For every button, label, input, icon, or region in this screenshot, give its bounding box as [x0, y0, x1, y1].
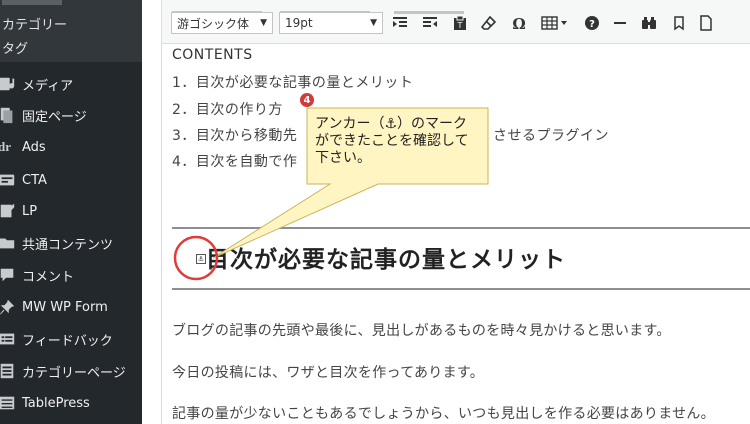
toc-item-3-tail[interactable]: させるプラグイン: [493, 125, 609, 145]
sidebar-item-pages[interactable]: 固定ページ: [0, 100, 142, 130]
toc-item-2[interactable]: 2．目次の作り方: [172, 99, 283, 119]
toolbar-top-edge: [162, 0, 750, 14]
toc-title: CONTENTS: [172, 47, 253, 63]
sidebar-item-cta[interactable]: CTA: [0, 165, 142, 195]
table-icon: [0, 394, 16, 412]
toc-item-4[interactable]: 4．目次を自動で作: [172, 151, 297, 171]
sidebar-item-label: コメント: [22, 269, 75, 285]
horizontal-line-button[interactable]: [610, 13, 630, 33]
indent-button[interactable]: [390, 13, 410, 33]
help-icon: ?: [585, 16, 599, 30]
editor-toolbar: 游ゴシック体 ▼ 19pt ▼ T Ω ?: [162, 0, 750, 44]
svg-text:Ω: Ω: [512, 15, 525, 31]
toc-item-3[interactable]: 3．目次から移動先: [172, 125, 297, 145]
sidebar-item-label: Ads: [22, 139, 46, 155]
paragraph-1: ブログの記事の先頭や最後に、見出しがあるものを時々見かけると思います。: [172, 323, 671, 339]
sidebar-submenu: カテゴリー タグ: [0, 0, 142, 62]
outdent-button[interactable]: [420, 13, 440, 33]
toc-item-1[interactable]: 1．目次が必要な記事の量とメリット: [172, 72, 413, 92]
outdent-icon: [423, 17, 437, 27]
omega-icon: Ω: [512, 15, 525, 31]
sidebar-item-label: カテゴリーページ: [22, 365, 126, 381]
editor-content[interactable]: CONTENTS 1．目次が必要な記事の量とメリット 2．目次の作り方 3．目次…: [162, 44, 750, 424]
find-replace-button[interactable]: [639, 13, 659, 33]
sidebar-item-feedback[interactable]: フィードバック: [0, 324, 142, 354]
chevron-down-icon: ▼: [370, 18, 377, 28]
sidebar-item-label: MW WP Form: [22, 299, 108, 315]
sidebar-item-ads[interactable]: dr Ads: [0, 132, 142, 162]
paragraph-3: 記事の量が少ないこともあるでしょうから、いつも見出しを作る必要はありません。: [172, 406, 715, 422]
sidebar-item-label: フィードバック: [22, 333, 113, 349]
sidebar-item-common-content[interactable]: 共通コンテンツ: [0, 228, 142, 258]
sidebar-subitem-tag[interactable]: タグ: [2, 38, 28, 57]
sidebar-item-label: TablePress: [22, 395, 90, 411]
clear-formatting-button[interactable]: [479, 13, 499, 33]
help-button[interactable]: ?: [582, 13, 602, 33]
horizontal-line-icon: [614, 22, 626, 24]
heading-top-border: [172, 227, 750, 229]
folder-icon: [0, 234, 16, 252]
chevron-down-icon: ▼: [260, 18, 267, 28]
feedback-icon: [0, 330, 16, 348]
sidebar-item-category-page[interactable]: カテゴリーページ: [0, 356, 142, 386]
font-family-value: 游ゴシック体: [177, 16, 250, 31]
lp-icon: [0, 202, 16, 220]
anchor-button[interactable]: [669, 13, 689, 33]
sidebar-item-label: 共通コンテンツ: [22, 237, 114, 253]
sidebar-item-lp[interactable]: LP: [0, 196, 142, 226]
sidebar-subitem-cut: [2, 0, 62, 9]
table-icon: [541, 16, 567, 30]
document-icon: [700, 15, 712, 31]
paragraph-2: 今日の投稿には、ワザと目次を作ってあります。: [172, 365, 485, 381]
sidebar-subitem-category[interactable]: カテゴリー: [2, 14, 67, 33]
table-button[interactable]: [538, 13, 572, 33]
paste-text-button[interactable]: T: [450, 13, 470, 33]
cta-icon: [0, 171, 16, 189]
sidebar-item-label: メディア: [22, 78, 74, 94]
binoculars-icon: [642, 17, 656, 29]
eraser-icon: [481, 15, 497, 30]
admin-sidebar: カテゴリー タグ メディア 固定ページ dr Ads CTA LP 共通コンテン…: [0, 0, 142, 424]
post-editor: 游ゴシック体 ▼ 19pt ▼ T Ω ? CONTENTS 1．目次が必要な記…: [161, 0, 750, 424]
sidebar-item-tablepress[interactable]: TablePress: [0, 388, 142, 418]
media-icon: [0, 75, 16, 93]
svg-text:?: ?: [589, 19, 595, 30]
sidebar-item-label: CTA: [22, 172, 47, 188]
heading-bottom-border: [172, 288, 750, 290]
sidebar-item-media[interactable]: メディア: [0, 69, 142, 99]
sidebar-item-label: 固定ページ: [22, 109, 87, 125]
pin-icon: [0, 298, 16, 316]
font-family-select[interactable]: 游ゴシック体 ▼: [171, 12, 273, 34]
clipboard-icon: T: [454, 15, 466, 30]
special-character-button[interactable]: Ω: [509, 13, 529, 33]
section-heading: 目次が必要な記事の量とメリット: [206, 247, 566, 273]
anchor-icon[interactable]: ⚓: [196, 254, 206, 264]
indent-icon: [393, 17, 407, 27]
font-size-select[interactable]: 19pt ▼: [279, 12, 383, 34]
category-page-icon: [0, 362, 16, 380]
font-size-value: 19pt: [285, 16, 313, 30]
sidebar-item-comments[interactable]: コメント: [0, 260, 142, 290]
page-icon: [0, 106, 16, 124]
svg-text:T: T: [457, 21, 463, 30]
sidebar-item-mw-wp-form[interactable]: MW WP Form: [0, 292, 142, 322]
sidebar-item-label: LP: [22, 203, 38, 219]
bookmark-icon: [674, 16, 684, 31]
comment-icon: [0, 266, 16, 284]
template-button[interactable]: [696, 13, 716, 33]
ads-icon: dr: [0, 139, 11, 154]
